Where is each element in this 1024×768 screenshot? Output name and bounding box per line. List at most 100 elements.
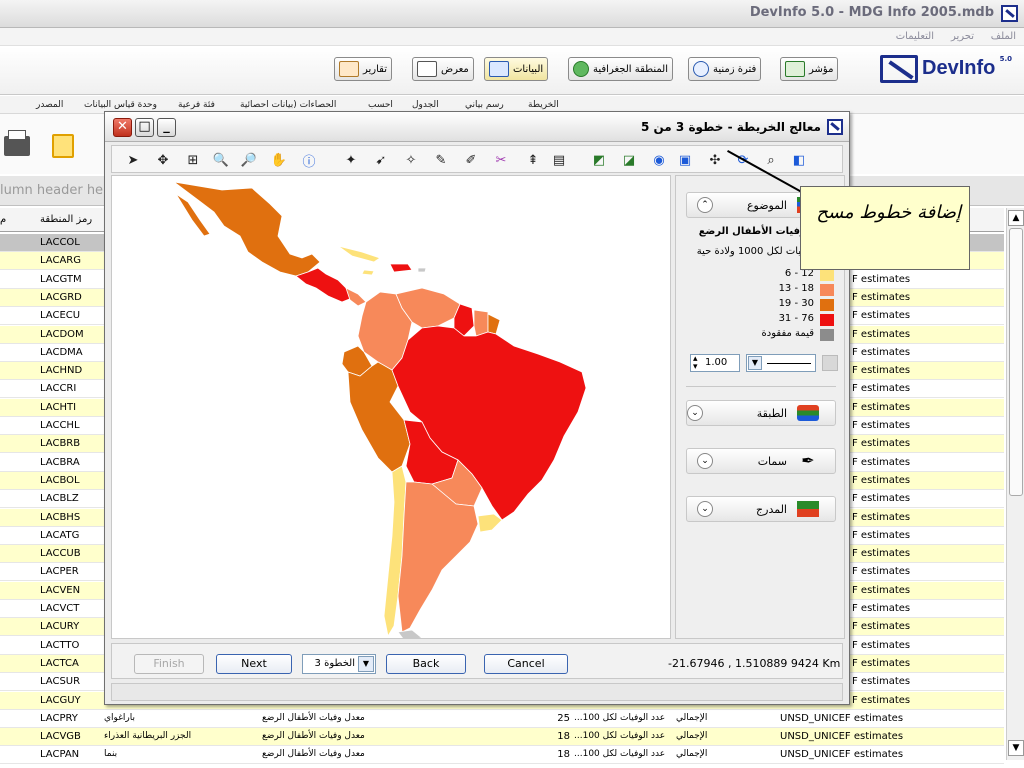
info-icon[interactable]: ⓘ — [298, 149, 320, 171]
data-button[interactable]: البيانات — [484, 57, 549, 81]
reports-button[interactable]: تقارير — [334, 57, 393, 81]
finish-button[interactable]: Finish — [134, 654, 204, 674]
subgroup-cell: الإجمالي — [676, 749, 708, 760]
tab-unit[interactable]: وحدة قياس البيانات — [84, 100, 157, 110]
pan-hand-icon[interactable]: ✋ — [268, 149, 290, 171]
area-code-cell: LACTCA — [40, 657, 79, 669]
source-cell: F estimates — [852, 383, 911, 395]
tab-calculate[interactable]: احسب — [368, 100, 393, 110]
pan-move-icon[interactable]: ✥ — [152, 149, 174, 171]
save-image-icon[interactable]: ▣ — [674, 149, 696, 171]
label-move-icon[interactable]: ➹ — [370, 149, 392, 171]
legend-box-icon[interactable]: ▤ — [548, 149, 570, 171]
legend-label: 18 - 13 — [778, 283, 814, 294]
source-cell: F estimates — [852, 328, 911, 340]
features-label: سمات — [757, 455, 787, 468]
features-section-header[interactable]: سمات ✒ ⌄ — [686, 448, 836, 474]
value-cell: 25 — [557, 712, 570, 724]
gallery-button[interactable]: معرض — [412, 57, 474, 81]
map-region-jamaica — [361, 269, 375, 276]
line-color-swatch[interactable] — [822, 355, 838, 371]
indicator-button[interactable]: مؤشر — [780, 57, 839, 81]
expand-down-icon[interactable]: ⌄ — [687, 405, 703, 421]
north-arrow-icon[interactable]: ⇞ — [522, 149, 544, 171]
zoom-selection-icon[interactable]: ⌕ — [760, 149, 782, 171]
layer-order-icon[interactable]: ◪ — [618, 149, 640, 171]
map-region-panama — [345, 287, 367, 307]
expand-down-icon[interactable]: ⌄ — [697, 453, 713, 469]
tab-table[interactable]: الجدول — [412, 100, 439, 110]
draw-line-icon[interactable]: ✎ — [430, 149, 452, 171]
line-style-select[interactable]: ▼ — [746, 354, 816, 372]
zoom-out-icon[interactable]: 🔎 — [238, 149, 260, 171]
gallery-label: معرض — [441, 63, 469, 75]
dialog-minimize-button[interactable]: _ — [157, 118, 176, 137]
spinner-arrows-icon[interactable]: ▴ ▾ — [693, 355, 698, 372]
expand-down-icon[interactable]: ⌄ — [697, 501, 713, 517]
map-region-cuba — [337, 245, 381, 263]
scroll-up-icon[interactable]: ▲ — [1008, 210, 1024, 226]
grid-lines-icon[interactable]: ✣ — [704, 149, 726, 171]
header-stub[interactable]: م — [0, 214, 6, 225]
table-row[interactable]: LACVGB الجزر البريطانية العذراء معدل وفيات… — [0, 728, 1004, 747]
area-code-cell: LACBLZ — [40, 493, 79, 505]
add-layer-icon[interactable]: ◩ — [588, 149, 610, 171]
dialog-maximize-button[interactable]: □ — [135, 118, 154, 137]
export-icon[interactable] — [52, 134, 74, 158]
tab-subgroup[interactable]: فئة فرعية — [178, 100, 215, 110]
tab-statistics[interactable]: الحصاءات (بيانات احصائية — [240, 100, 336, 110]
erase-icon[interactable]: ✂ — [490, 149, 512, 171]
area-code-cell: LACCUB — [40, 548, 81, 560]
zoom-in-icon[interactable]: 🔍 — [210, 149, 232, 171]
legend-swatch[interactable] — [820, 314, 834, 326]
back-button[interactable]: Back — [386, 654, 466, 674]
map-view[interactable] — [111, 175, 671, 639]
layer-section-header[interactable]: الطبقة ⌄ — [686, 400, 836, 426]
legend-swatch[interactable] — [820, 269, 834, 281]
next-button[interactable]: Next — [216, 654, 292, 674]
scale-section-header[interactable]: المدرج ⌄ — [686, 496, 836, 522]
tab-chart[interactable]: رسم بياني — [465, 100, 504, 110]
menu-help[interactable]: التعليمات — [896, 31, 934, 42]
dialog-close-button[interactable]: ✕ — [113, 118, 132, 137]
chevron-down-icon[interactable]: ▼ — [358, 656, 374, 672]
zoom-extent-icon[interactable]: ⊞ — [182, 149, 204, 171]
tab-source[interactable]: المصدر — [36, 100, 63, 110]
full-screen-icon[interactable]: ◧ — [788, 149, 810, 171]
legend-swatch[interactable] — [820, 329, 834, 341]
map-region-uruguay — [477, 513, 503, 533]
header-area-code[interactable]: رمز المنطقة — [40, 214, 92, 225]
scroll-thumb[interactable] — [1009, 228, 1023, 496]
area-button[interactable]: المنطقة الجغرافية — [568, 57, 673, 81]
edit-line-icon[interactable]: ✐ — [460, 149, 482, 171]
grid-vertical-scrollbar[interactable]: ▲ ▼ — [1006, 208, 1024, 760]
center-map-icon[interactable]: ◉ — [648, 149, 670, 171]
tab-map[interactable]: الخريطة — [528, 100, 559, 110]
unit-cell: ...عدد الوفيات لكل 100 — [574, 712, 666, 723]
menu-bar: الملف تحرير التعليمات — [0, 28, 1024, 46]
label-select-icon[interactable]: ✦ — [340, 149, 362, 171]
legend-swatch[interactable] — [820, 299, 834, 311]
chevron-down-icon[interactable]: ▼ — [748, 356, 762, 370]
menu-edit[interactable]: تحرير — [951, 31, 974, 42]
table-row[interactable]: LACPRY باراغواي معدل وفيات الأطفال الرضع 25… — [0, 709, 1004, 728]
table-row[interactable]: LACPAN بنما معدل وفيات الأطفال الرضع 18 ...ع… — [0, 746, 1004, 765]
cancel-button[interactable]: Cancel — [484, 654, 568, 674]
menu-file[interactable]: الملف — [991, 31, 1016, 42]
time-period-button[interactable]: فترة زمنية — [688, 57, 762, 81]
map-region-french-guiana — [487, 313, 501, 335]
step-select[interactable]: الخطوة 3 ▼ — [302, 654, 376, 674]
map-region-hispaniola — [389, 263, 413, 273]
select-pointer-icon[interactable]: ➤ — [122, 149, 144, 171]
dialog-app-icon — [827, 119, 843, 135]
collapse-up-icon[interactable]: ⌃ — [697, 197, 713, 213]
clock-icon — [693, 61, 709, 77]
source-cell: UNSD_UNICEF estimates — [780, 712, 904, 724]
line-width-spinner[interactable]: ▴ ▾ 1.00 — [690, 354, 740, 372]
area-code-cell: LACDOM — [40, 328, 84, 340]
scroll-down-icon[interactable]: ▼ — [1008, 740, 1024, 756]
legend-swatch[interactable] — [820, 284, 834, 296]
area-code-cell: LACPRY — [40, 712, 78, 724]
label-rotate-icon[interactable]: ✧ — [400, 149, 422, 171]
print-icon[interactable] — [4, 130, 30, 156]
